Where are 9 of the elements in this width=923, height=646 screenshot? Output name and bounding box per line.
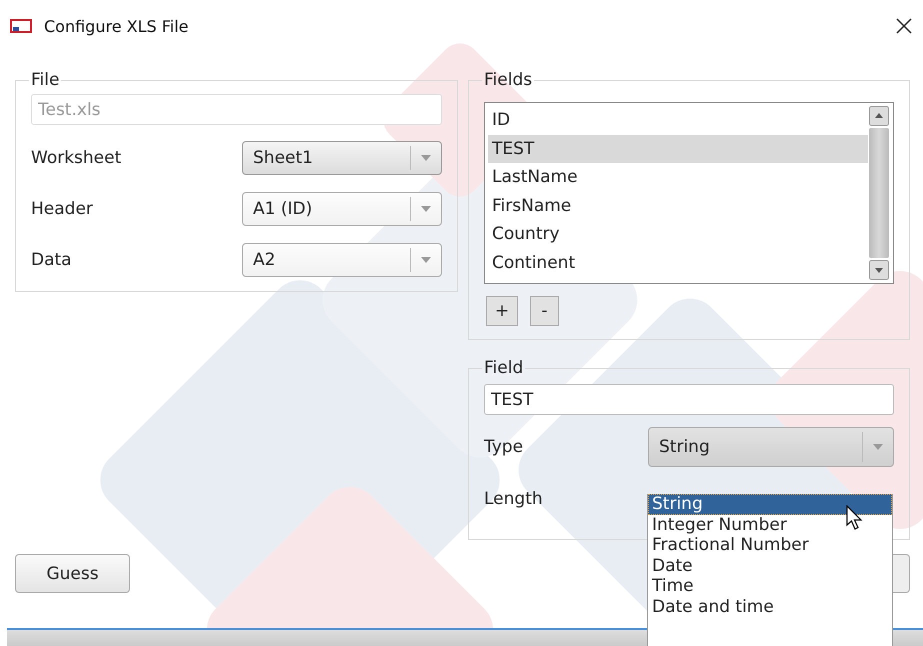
group-title: Fields	[483, 70, 534, 90]
group-title: File	[30, 70, 60, 90]
field-label: Length	[484, 489, 543, 509]
window-title: Configure XLS File	[44, 16, 189, 36]
group-title: Field	[483, 358, 524, 378]
field-label: Header	[31, 199, 93, 219]
field-label: Data	[31, 250, 72, 270]
field-label: Type	[484, 437, 524, 457]
field-label: Worksheet	[31, 148, 122, 168]
